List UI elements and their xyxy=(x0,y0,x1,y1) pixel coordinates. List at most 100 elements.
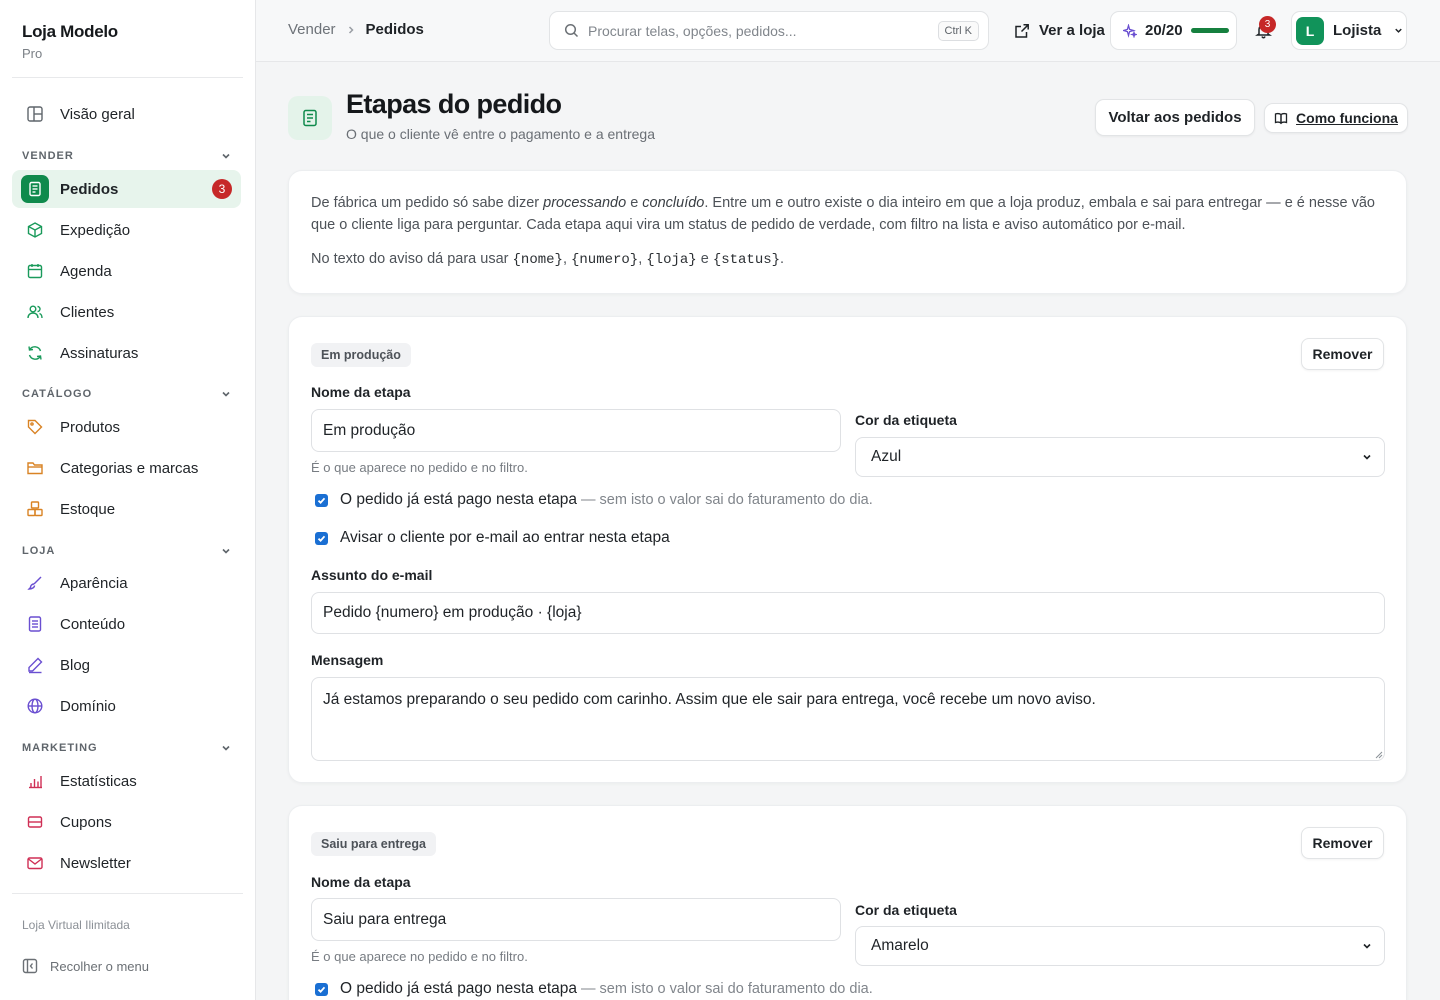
quota-progress-fill xyxy=(1190,28,1229,33)
stage-name-label: Nome da etapa xyxy=(311,874,411,890)
brand[interactable]: Loja Modelo Pro xyxy=(22,22,118,61)
stage-card: Em produção Remover Nome da etapa É o qu… xyxy=(288,316,1407,783)
paid-checkbox[interactable] xyxy=(315,982,328,996)
sidebar-item-label: Conteúdo xyxy=(60,615,126,633)
paid-checkbox-label: O pedido já está pago nesta etapa xyxy=(340,980,577,997)
label-color-label: Cor da etiqueta xyxy=(855,902,957,918)
box-icon xyxy=(24,219,46,241)
variable-nome: {nome} xyxy=(512,252,563,268)
sidebar-item-pedidos[interactable]: Pedidos 3 xyxy=(12,170,241,208)
notify-checkbox-label: Avisar o cliente por e-mail ao entrar ne… xyxy=(340,529,670,546)
label-color-select[interactable]: Azul xyxy=(855,437,1385,477)
sidebar-item-estoque[interactable]: Estoque xyxy=(12,490,241,528)
sidebar-item-produtos[interactable]: Produtos xyxy=(12,408,241,446)
variable-status: {status} xyxy=(712,252,781,268)
paid-checkbox-row[interactable]: O pedido já está pago nesta etapa — sem … xyxy=(315,980,873,998)
sidebar-item-categorias[interactable]: Categorias e marcas xyxy=(12,449,241,487)
chevron-down-icon xyxy=(1395,28,1403,33)
sidebar-item-assinaturas[interactable]: Assinaturas xyxy=(12,334,241,372)
variable-loja: {loja} xyxy=(646,252,697,268)
section-marketing-header[interactable]: MARKETING xyxy=(22,740,232,756)
notifications-badge: 3 xyxy=(1259,16,1276,33)
email-subject-label: Assunto do e-mail xyxy=(311,567,433,583)
separator: , xyxy=(562,251,571,267)
stage-name-hint: É o que aparece no pedido e no filtro. xyxy=(311,460,528,475)
sidebar-item-aparencia[interactable]: Aparência xyxy=(12,564,241,602)
sidebar-item-estatisticas[interactable]: Estatísticas xyxy=(12,762,241,800)
paid-checkbox-row[interactable]: O pedido já está pago nesta etapa — sem … xyxy=(315,491,873,509)
label-color-value: Azul xyxy=(871,448,902,465)
check-icon xyxy=(317,986,326,993)
sidebar-item-newsletter[interactable]: Newsletter xyxy=(12,844,241,882)
breadcrumb-vender[interactable]: Vender xyxy=(288,21,336,38)
quota-progress-bar xyxy=(1190,28,1229,33)
paid-checkbox-hint: — sem isto o valor sai do faturamento do… xyxy=(581,981,873,997)
stage-tag: Em produção xyxy=(311,343,411,367)
collapse-menu-button[interactable]: Recolher o menu xyxy=(22,958,149,974)
bar-chart-icon xyxy=(24,770,46,792)
document-icon xyxy=(24,613,46,635)
sidebar-item-dominio[interactable]: Domínio xyxy=(12,687,241,725)
stage-name-input[interactable] xyxy=(311,409,841,452)
quota-indicator[interactable]: 20/20 xyxy=(1110,11,1237,50)
stage-name-input[interactable] xyxy=(311,898,841,941)
section-loja-header[interactable]: LOJA xyxy=(22,543,232,559)
intro-text: e xyxy=(626,195,643,211)
search-icon xyxy=(564,23,579,38)
sparkle-icon xyxy=(1123,23,1137,38)
stage-name-hint: É o que aparece no pedido e no filtro. xyxy=(311,949,528,964)
intro-text: No texto do aviso dá para usar xyxy=(311,251,513,267)
separator: e xyxy=(696,251,713,267)
intro-text: De fábrica um pedido só sabe dizer xyxy=(311,195,544,211)
page-title: Etapas do pedido xyxy=(346,89,562,119)
paid-checkbox-label: O pedido já está pago nesta etapa xyxy=(340,491,577,508)
email-subject-input[interactable] xyxy=(311,592,1385,634)
remove-stage-button[interactable]: Remover xyxy=(1301,338,1384,370)
section-vender-header[interactable]: VENDER xyxy=(22,148,232,164)
collapse-menu-label: Recolher o menu xyxy=(50,958,149,974)
sidebar-item-label: Cupons xyxy=(60,813,112,831)
chevron-down-icon xyxy=(1363,943,1371,949)
sidebar-item-label: Blog xyxy=(60,656,91,674)
sidebar-item-cupons[interactable]: Cupons xyxy=(12,803,241,841)
sidebar-item-label: Categorias e marcas xyxy=(60,459,199,477)
view-store-button[interactable]: Ver a loja xyxy=(1012,11,1107,50)
user-menu-button[interactable]: L Lojista xyxy=(1291,11,1407,50)
sidebar-item-conteudo[interactable]: Conteúdo xyxy=(12,605,241,643)
sidebar-item-clientes[interactable]: Clientes xyxy=(12,293,241,331)
notify-checkbox[interactable] xyxy=(315,531,328,545)
view-store-label: Ver a loja xyxy=(1039,22,1105,39)
how-it-works-label: Como funciona xyxy=(1296,110,1398,126)
paid-checkbox-hint: — sem isto o valor sai do faturamento do… xyxy=(581,492,873,508)
brush-icon xyxy=(24,572,46,594)
sidebar-item-label: Newsletter xyxy=(60,854,131,872)
sidebar-item-expedicao[interactable]: Expedição xyxy=(12,211,241,249)
paid-checkbox[interactable] xyxy=(315,493,328,507)
intro-variables-paragraph: No texto do aviso dá para usar {nome}, {… xyxy=(311,248,1384,271)
sidebar-item-label: Assinaturas xyxy=(60,344,139,362)
search-box[interactable]: Ctrl K xyxy=(549,11,989,50)
layout-icon xyxy=(24,103,46,125)
resize-handle-icon[interactable] xyxy=(1375,751,1383,759)
sidebar-item-label: Clientes xyxy=(60,303,115,321)
intro-emphasis-concluido: concluído xyxy=(642,195,705,211)
sidebar-item-label: Estoque xyxy=(60,500,116,518)
tag-icon xyxy=(24,416,46,438)
sidebar-item-label: Aparência xyxy=(60,574,128,592)
chevron-down-icon xyxy=(1363,454,1371,460)
notify-checkbox-row[interactable]: Avisar o cliente por e-mail ao entrar ne… xyxy=(315,529,670,547)
how-it-works-button[interactable]: Como funciona xyxy=(1264,103,1408,133)
sidebar: Loja Modelo Pro Visão geral VENDER Pedid… xyxy=(0,0,256,1000)
back-to-orders-button[interactable]: Voltar aos pedidos xyxy=(1095,99,1255,136)
sidebar-item-blog[interactable]: Blog xyxy=(12,646,241,684)
remove-stage-button[interactable]: Remover xyxy=(1301,827,1384,859)
variable-numero: {numero} xyxy=(571,252,639,268)
intro-emphasis-processando: processando xyxy=(543,195,627,211)
intro-paragraph: De fábrica um pedido só sabe dizer proce… xyxy=(311,192,1384,236)
search-input[interactable] xyxy=(588,20,918,42)
sidebar-item-agenda[interactable]: Agenda xyxy=(12,252,241,290)
sidebar-item-visao-geral[interactable]: Visão geral xyxy=(12,95,241,133)
section-catalogo-header[interactable]: CATÁLOGO xyxy=(22,386,232,402)
message-textarea[interactable]: Já estamos preparando o seu pedido com c… xyxy=(311,677,1385,761)
label-color-select[interactable]: Amarelo xyxy=(855,926,1385,966)
